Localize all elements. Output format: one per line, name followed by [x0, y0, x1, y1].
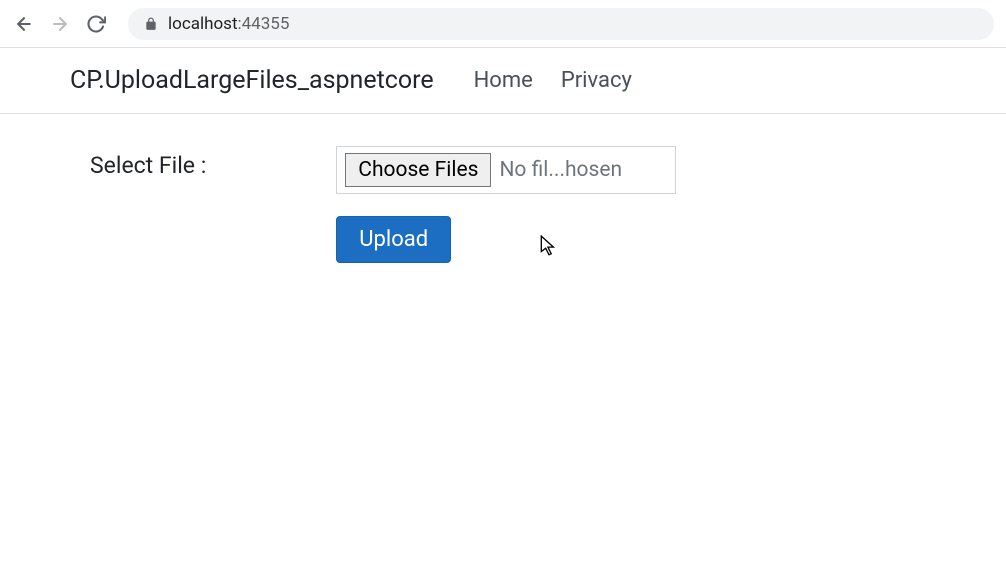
reload-icon[interactable] — [84, 12, 108, 36]
file-status-text: No fil...hosen — [491, 158, 622, 182]
address-bar[interactable]: localhost:44355 — [128, 8, 994, 40]
nav-link-home[interactable]: Home — [474, 68, 533, 93]
forward-icon[interactable] — [48, 12, 72, 36]
main-content: Select File : Choose Files No fil...hose… — [0, 114, 1006, 295]
url-text: localhost:44355 — [168, 14, 289, 34]
file-input-wrapper: Choose Files No fil...hosen Upload — [336, 146, 676, 263]
form-row: Select File : Choose Files No fil...hose… — [70, 146, 936, 263]
file-input[interactable]: Choose Files No fil...hosen — [336, 146, 676, 194]
nav-links: Home Privacy — [474, 68, 632, 93]
upload-button[interactable]: Upload — [336, 216, 451, 263]
browser-toolbar: localhost:44355 — [0, 0, 1006, 48]
choose-files-button[interactable]: Choose Files — [345, 153, 491, 187]
back-icon[interactable] — [12, 12, 36, 36]
navbar: CP.UploadLargeFiles_aspnetcore Home Priv… — [0, 48, 1006, 114]
nav-link-privacy[interactable]: Privacy — [561, 68, 632, 93]
brand-title[interactable]: CP.UploadLargeFiles_aspnetcore — [70, 66, 434, 95]
select-file-label: Select File : — [90, 146, 206, 179]
lock-icon — [144, 17, 158, 31]
